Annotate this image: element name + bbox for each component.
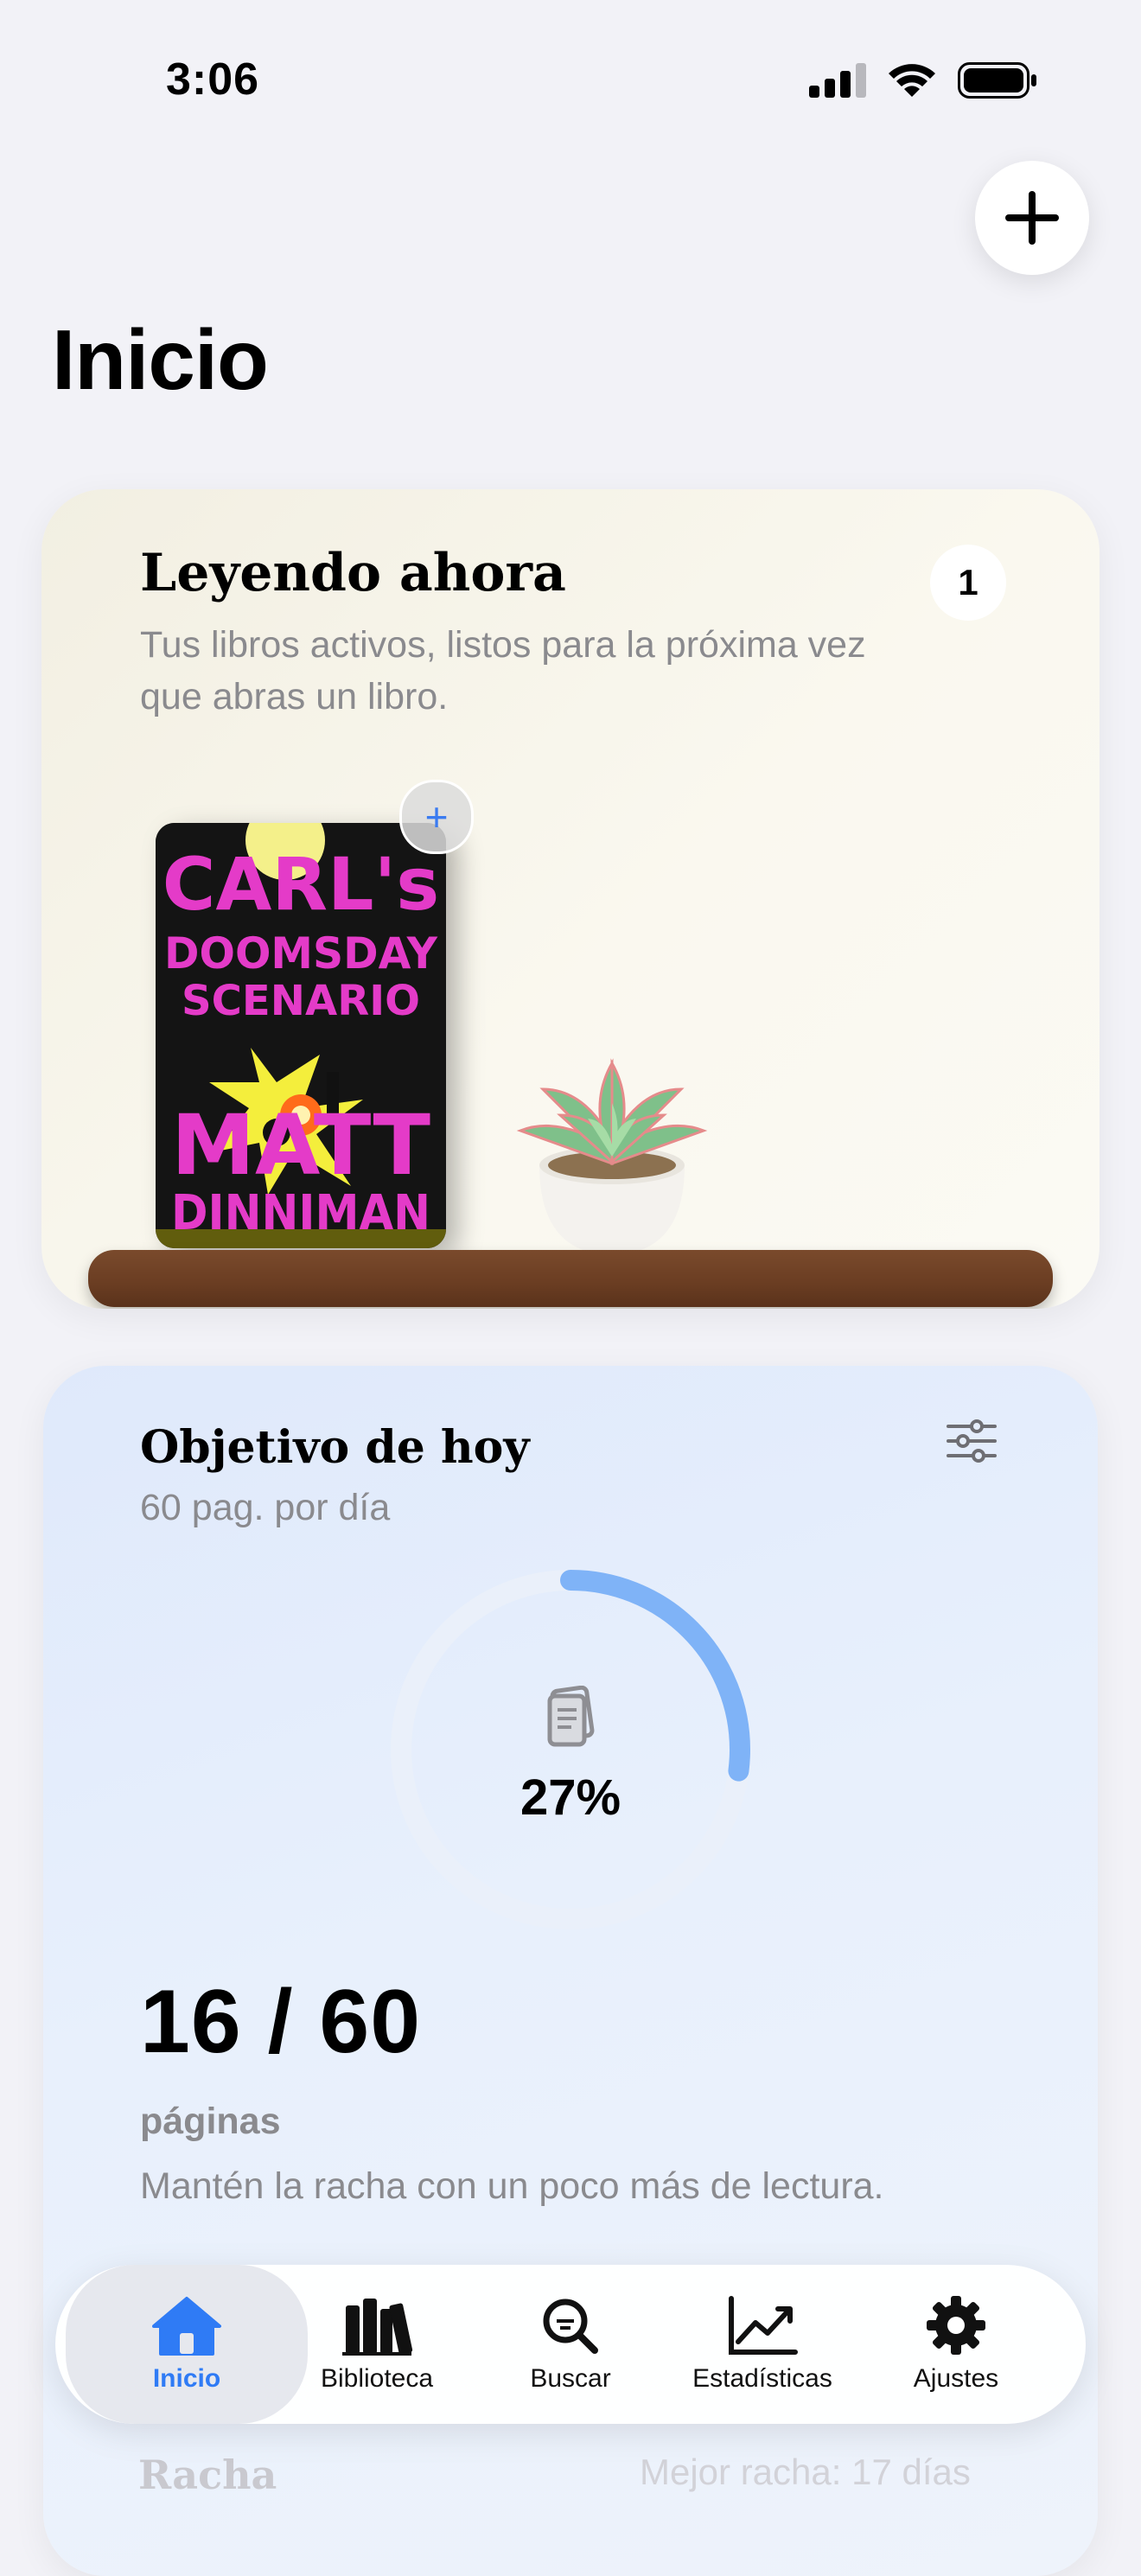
books-icon (342, 2299, 413, 2356)
search-icon (543, 2299, 598, 2354)
reading-now-card: Leyendo ahora Tus libros activos, listos… (41, 489, 1100, 1309)
chart-icon (729, 2296, 798, 2355)
book-cover[interactable]: CARL's DOOMSDAY SCENARIO MATT DINNIMAN (156, 823, 446, 1248)
goal-settings-button[interactable] (946, 1419, 998, 1467)
pages-unit-label: páginas (140, 2101, 281, 2142)
tab-label-inicio: Inicio (152, 2364, 221, 2393)
page-title: Inicio (52, 312, 269, 407)
tab-label-estadisticas: Estadísticas (692, 2364, 832, 2393)
signal-icon (809, 63, 866, 98)
streak-title-peek: Racha (138, 2452, 277, 2498)
tab-biblioteca[interactable]: Biblioteca (280, 2265, 474, 2424)
reading-now-subtitle: Tus libros activos, listos para la próxi… (140, 624, 866, 717)
house-icon (152, 2297, 221, 2356)
goal-percent-label: 27% (520, 1769, 621, 1826)
cover-line-1: CARL's (163, 842, 440, 927)
succulent-plant-decoration (516, 1058, 708, 1255)
status-icons (809, 62, 1037, 99)
tab-estadisticas[interactable]: Estadísticas (666, 2265, 859, 2424)
add-book-button[interactable] (975, 161, 1089, 275)
cover-line-5: DINNIMAN (171, 1185, 430, 1241)
cover-line-4: MATT (171, 1097, 430, 1194)
goal-motivation-text: Mantén la racha con un poco más de lectu… (140, 2165, 884, 2207)
book-add-progress-button[interactable]: + (399, 780, 474, 854)
pages-icon (547, 1686, 595, 1747)
status-time: 3:06 (166, 54, 260, 105)
reading-now-title: Leyendo ahora (140, 543, 566, 603)
cover-line-3: SCENARIO (182, 977, 420, 1025)
wifi-icon (889, 64, 935, 97)
gear-icon (927, 2296, 985, 2355)
sliders-icon (947, 1419, 997, 1463)
reading-count-badge: 1 (930, 545, 1006, 621)
cover-line-2: DOOMSDAY (164, 928, 438, 979)
tab-buscar[interactable]: Buscar (474, 2265, 667, 2424)
tab-inicio[interactable]: Inicio (66, 2265, 308, 2424)
best-streak-peek: Mejor racha: 17 días (640, 2452, 971, 2492)
plus-icon (1005, 191, 1059, 245)
book-cover-art: CARL's DOOMSDAY SCENARIO MATT DINNIMAN (156, 823, 446, 1248)
plus-icon: + (424, 794, 449, 839)
tab-ajustes[interactable]: Ajustes (859, 2265, 1053, 2424)
battery-icon (958, 62, 1036, 99)
tab-label-ajustes: Ajustes (913, 2364, 999, 2393)
goal-progress-ring (391, 1570, 750, 1929)
tab-bar: Inicio Biblioteca Buscar Estadísticas Aj… (55, 2265, 1086, 2424)
pages-count: 16 / 60 (140, 1972, 422, 2072)
daily-goal-title: Objetivo de hoy (140, 1421, 530, 1474)
tab-label-buscar: Buscar (530, 2364, 611, 2393)
wooden-shelf (88, 1250, 1053, 1307)
tab-label-biblioteca: Biblioteca (320, 2364, 434, 2393)
daily-goal-subtitle: 60 pag. por día (140, 1487, 391, 1528)
